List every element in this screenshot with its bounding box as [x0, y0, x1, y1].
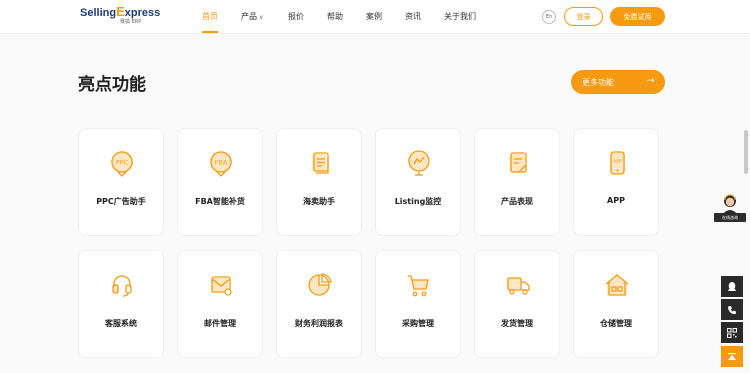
feature-label: APP [607, 196, 625, 205]
arrow-up-icon [728, 352, 736, 360]
report-icon [510, 152, 527, 173]
feature-card-ppc[interactable]: PPC PPC广告助手 [78, 128, 164, 236]
feature-label: 邮件管理 [204, 319, 236, 328]
nav-active-indicator [202, 31, 218, 33]
mail-icon [211, 276, 232, 296]
nav-item-about[interactable]: 关于我们 [444, 11, 476, 22]
feature-card-warehouse[interactable]: 仓储管理 [573, 250, 659, 358]
svg-text:FBA: FBA [215, 159, 228, 167]
pie-chart-icon [308, 273, 332, 296]
phone-contact-button[interactable] [721, 299, 743, 320]
cart-icon [408, 275, 429, 297]
brand-logo[interactable]: SellingExpress 赛狐 ERP [80, 4, 161, 28]
qq-chat-button[interactable] [721, 276, 743, 297]
logo-text-e: E [116, 4, 125, 19]
free-trial-button[interactable]: 免费试用 [610, 7, 665, 26]
monitor-icon [408, 150, 430, 176]
phone-call-icon [728, 305, 736, 314]
ppc-icon: PPC [111, 151, 133, 177]
nav-item-help[interactable]: 帮助 [327, 11, 343, 22]
feature-card-listing-monitor[interactable]: Listing监控 [375, 128, 461, 236]
support-agent-avatar [722, 194, 738, 215]
more-features-label: 更多功能 [582, 78, 614, 87]
feature-card-shipping[interactable]: 发货管理 [474, 250, 560, 358]
feature-label: PPC广告助手 [96, 197, 146, 206]
phone-icon: APP [610, 151, 625, 175]
logo-text-selling: Selling [80, 7, 117, 19]
feature-card-fba[interactable]: FBA FBA智能补货 [177, 128, 263, 236]
fba-icon: FBA [210, 151, 232, 177]
logo-text-xpress: xpress [124, 7, 161, 19]
feature-label: 客服系统 [105, 319, 137, 328]
feature-card-seller-assistant[interactable]: 海卖助手 [276, 128, 362, 236]
svg-text:PPC: PPC [116, 159, 129, 167]
qr-code-icon [727, 327, 737, 338]
feature-label: 发货管理 [501, 319, 533, 328]
section-title: 亮点功能 [78, 75, 146, 95]
top-header: SellingExpress 赛狐 ERP 首页 产品 ∨ 报价 帮助 案例 资讯… [0, 0, 750, 34]
back-to-top-button[interactable] [721, 346, 743, 367]
feature-card-product-performance[interactable]: 产品表现 [474, 128, 560, 236]
feature-card-customer-service[interactable]: 客服系统 [78, 250, 164, 358]
feature-label: 财务利润报表 [295, 319, 343, 328]
feature-label: Listing监控 [394, 197, 442, 206]
feature-label: 采购管理 [402, 319, 434, 328]
document-icon [312, 152, 329, 174]
nav-item-cases[interactable]: 案例 [366, 11, 382, 22]
nav-item-pricing[interactable]: 报价 [288, 11, 304, 22]
feature-card-mail[interactable]: 邮件管理 [177, 250, 263, 358]
qr-code-button[interactable] [721, 322, 743, 343]
page-scrollbar[interactable] [744, 130, 748, 174]
feature-card-app[interactable]: APP APP [573, 128, 659, 236]
truck-icon [507, 277, 530, 295]
svg-text:APP: APP [613, 159, 622, 165]
qq-icon [728, 282, 736, 291]
feature-card-purchasing[interactable]: 采购管理 [375, 250, 461, 358]
feature-label: 海卖助手 [303, 197, 335, 206]
chevron-down-icon: ∨ [259, 14, 264, 21]
more-features-button[interactable]: 更多功能 → [571, 70, 665, 94]
nav-item-products[interactable]: 产品 ∨ [241, 11, 263, 22]
nav-item-news[interactable]: 资讯 [405, 11, 421, 22]
feature-label: 仓储管理 [600, 319, 632, 328]
support-widget[interactable]: 在线咨询 [714, 193, 746, 229]
logo-tagline: 赛狐 ERP [120, 19, 142, 25]
support-badge: 在线咨询 [714, 213, 746, 222]
nav-item-products-label: 产品 [241, 12, 257, 21]
warehouse-icon [605, 274, 629, 296]
nav-item-home[interactable]: 首页 [202, 11, 218, 22]
feature-label: 产品表现 [501, 197, 533, 206]
feature-label: FBA智能补货 [195, 197, 245, 206]
login-button[interactable]: 登录 [564, 7, 603, 26]
feature-card-finance-report[interactable]: 财务利润报表 [276, 250, 362, 358]
arrow-right-icon: → [647, 76, 655, 86]
language-switch[interactable]: En [542, 10, 556, 24]
headset-icon [112, 275, 132, 297]
